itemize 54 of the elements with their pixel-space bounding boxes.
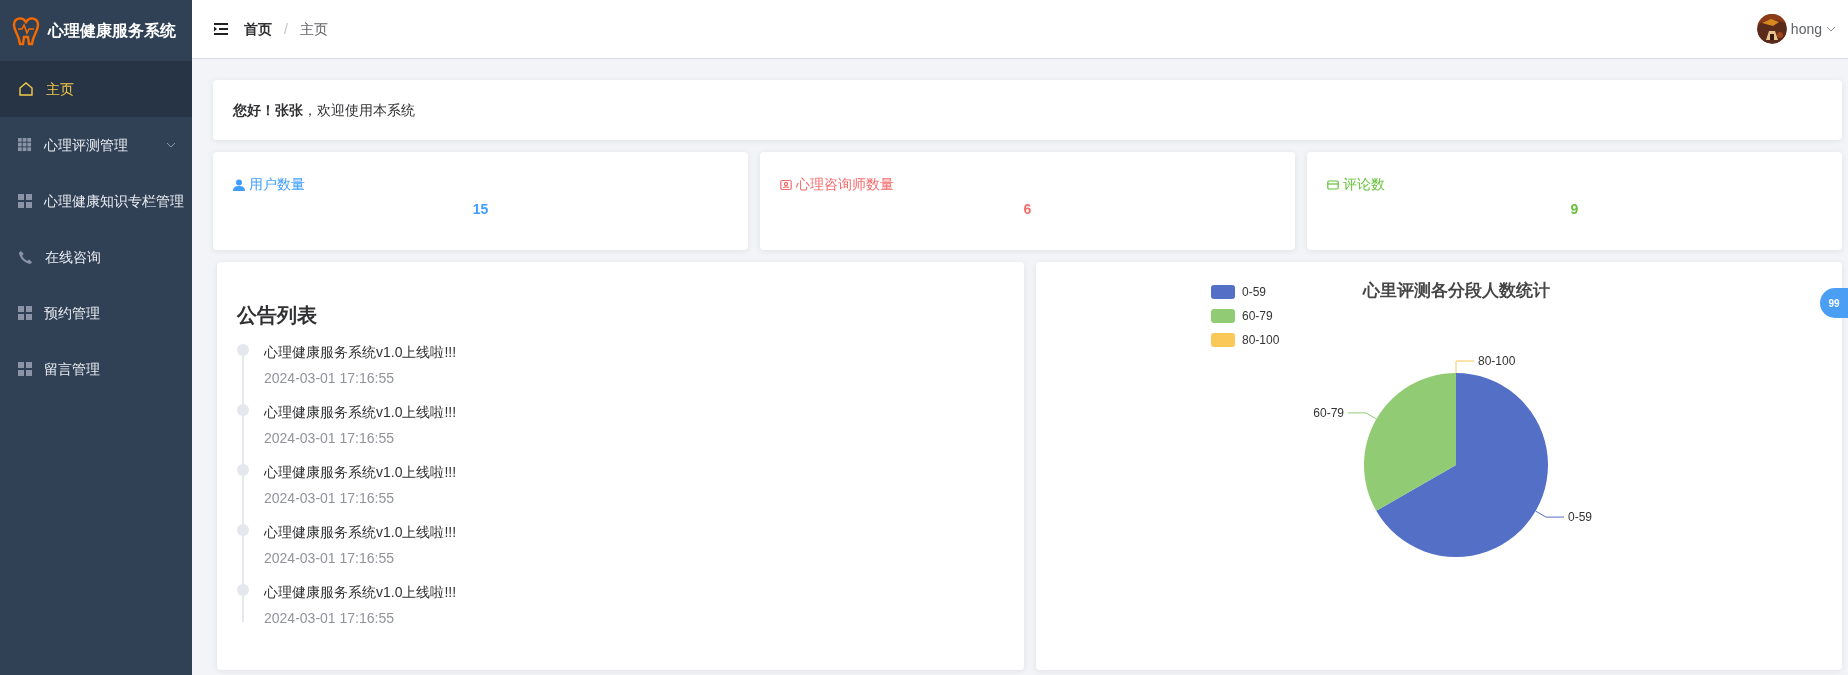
stat-label: 心理咨询师数量 [796,175,894,194]
slice-label: 60-79 [1312,405,1344,420]
notice-text[interactable]: 心理健康服务系统v1.0上线啦!!! [264,402,457,423]
sidebar-item[interactable]: 心理评测管理 [0,117,192,173]
slice-label: 0-59 [1567,510,1592,525]
notice-title: 公告列表 [237,303,318,328]
sidebar-item[interactable]: 留言管理 [0,341,192,397]
notice-time: 2024-03-01 17:16:55 [264,429,395,448]
username[interactable]: hong [1790,18,1822,40]
sidebar-item[interactable]: 在线咨询 [0,229,192,285]
sidebar-item[interactable]: 心理健康知识专栏管理 [0,173,192,229]
leader-line [1534,510,1564,518]
legend-label: 0-59 [1241,285,1266,299]
menu-icon[interactable] [214,23,228,35]
app-title: 心理健康服务系统 [48,20,176,41]
heart-logo-icon [12,15,40,46]
chart-title: 心里评测各分段人数统计 [1362,281,1549,300]
leader-line [1347,412,1377,420]
home-icon [18,81,34,97]
notice-time: 2024-03-01 17:16:55 [264,369,395,388]
stat-label: 用户数量 [249,175,305,194]
tiles-icon [18,194,32,208]
stat-value: 6 [1023,200,1032,219]
stat-value: 9 [1570,200,1579,219]
breadcrumb-item: 主页 [299,19,328,39]
welcome-message: 您好！张张，欢迎使用本系统 [233,100,415,120]
notice-time: 2024-03-01 17:16:55 [264,609,395,628]
credit-card-icon [1327,178,1339,191]
breadcrumb-separator: / [284,19,288,39]
id-card-icon [780,178,792,191]
stat-value: 15 [472,200,489,219]
legend-label: 80-100 [1241,333,1280,347]
slice-label: 80-100 [1477,354,1515,368]
grid-icon [18,138,32,152]
tiles-icon [18,362,32,376]
notice-time: 2024-03-01 17:16:55 [264,489,395,508]
legend-label: 60-79 [1241,309,1273,323]
tiles-icon [18,306,32,320]
legend-item[interactable]: 60-79 [1210,309,1273,323]
stat-label: 评论数 [1343,175,1385,194]
leader-line [1455,360,1474,374]
legend-item[interactable]: 0-59 [1210,285,1266,299]
sidebar-item[interactable]: 预约管理 [0,285,192,341]
user-icon [233,178,245,191]
breadcrumb-item[interactable]: 首页 [244,18,272,40]
notice-text[interactable]: 心理健康服务系统v1.0上线啦!!! [264,462,457,483]
sidebar-item[interactable]: 主页 [0,61,192,117]
legend-item[interactable]: 80-100 [1210,333,1279,347]
notice-text[interactable]: 心理健康服务系统v1.0上线啦!!! [264,342,457,363]
notice-text[interactable]: 心理健康服务系统v1.0上线啦!!! [264,522,457,543]
chevron-down-icon[interactable] [1826,26,1836,32]
notice-time: 2024-03-01 17:16:55 [264,549,395,568]
phone-icon [18,249,33,265]
notice-text[interactable]: 心理健康服务系统v1.0上线啦!!! [264,582,457,603]
